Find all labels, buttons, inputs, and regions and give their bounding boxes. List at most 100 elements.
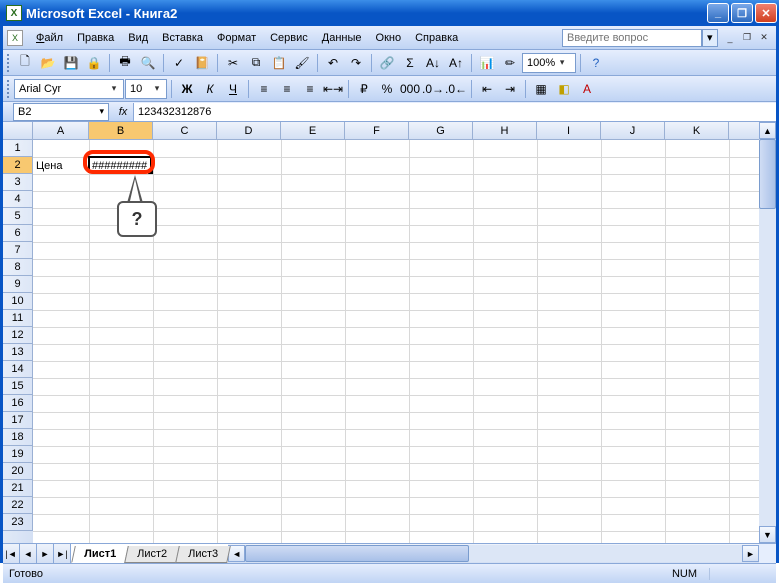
close-button[interactable]: ✕ (755, 3, 777, 23)
row-header-22[interactable]: 22 (3, 497, 33, 514)
row-header-9[interactable]: 9 (3, 276, 33, 293)
tab-nav-next[interactable]: ► (37, 544, 54, 563)
hyperlink-icon[interactable]: 🔗 (376, 52, 398, 74)
workbook-restore-button[interactable]: ❐ (739, 31, 755, 45)
row-header-19[interactable]: 19 (3, 446, 33, 463)
row-header-21[interactable]: 21 (3, 480, 33, 497)
spellcheck-icon[interactable]: ✓ (168, 52, 190, 74)
column-header-I[interactable]: I (537, 122, 601, 139)
cells-area[interactable]: Цена#########? (33, 140, 776, 543)
row-header-11[interactable]: 11 (3, 310, 33, 327)
row-header-20[interactable]: 20 (3, 463, 33, 480)
sort-desc-icon[interactable]: A↑ (445, 52, 467, 74)
menu-edit[interactable]: Правка (70, 29, 121, 47)
toolbar-handle[interactable] (7, 54, 11, 72)
cell-B2[interactable]: ######### (89, 157, 153, 174)
sheet-tab-1[interactable]: Лист1 (71, 546, 129, 563)
align-right-icon[interactable]: ≡ (299, 78, 321, 100)
workbook-icon[interactable]: X (7, 30, 23, 46)
drawing-icon[interactable]: ✏ (499, 52, 521, 74)
row-header-13[interactable]: 13 (3, 344, 33, 361)
cut-icon[interactable]: ✂ (222, 52, 244, 74)
font-name-combo[interactable]: Arial Cyr▾ (14, 79, 124, 99)
column-header-E[interactable]: E (281, 122, 345, 139)
tab-nav-prev[interactable]: ◄ (20, 544, 37, 563)
merge-center-icon[interactable]: ⇤⇥ (322, 78, 344, 100)
menu-format[interactable]: Формат (210, 29, 263, 47)
column-header-J[interactable]: J (601, 122, 665, 139)
copy-icon[interactable]: ⧉ (245, 52, 267, 74)
underline-button[interactable]: Ч (222, 78, 244, 100)
font-size-combo[interactable]: 10▾ (125, 79, 167, 99)
horizontal-scrollbar[interactable]: ◄ ► (228, 544, 759, 563)
horizontal-scroll-thumb[interactable] (245, 545, 469, 562)
row-header-4[interactable]: 4 (3, 191, 33, 208)
column-header-A[interactable]: A (33, 122, 89, 139)
bold-button[interactable]: Ж (176, 78, 198, 100)
menu-view[interactable]: Вид (121, 29, 155, 47)
menu-tools[interactable]: Сервис (263, 29, 315, 47)
sheet-tab-3[interactable]: Лист3 (175, 546, 231, 563)
toolbar-handle[interactable] (7, 80, 11, 98)
scroll-right-button[interactable]: ► (742, 545, 759, 562)
menu-help[interactable]: Справка (408, 29, 465, 47)
menu-file[interactable]: ФФайлайл (29, 29, 70, 47)
column-header-C[interactable]: C (153, 122, 217, 139)
redo-icon[interactable]: ↷ (345, 52, 367, 74)
select-all-corner[interactable] (3, 122, 33, 139)
percent-icon[interactable]: % (376, 78, 398, 100)
row-header-15[interactable]: 15 (3, 378, 33, 395)
autosum-icon[interactable]: Σ (399, 52, 421, 74)
row-header-23[interactable]: 23 (3, 514, 33, 531)
sort-asc-icon[interactable]: A↓ (422, 52, 444, 74)
font-color-icon[interactable]: A (576, 78, 598, 100)
cell-A2[interactable]: Цена (33, 157, 89, 174)
row-header-14[interactable]: 14 (3, 361, 33, 378)
row-header-5[interactable]: 5 (3, 208, 33, 225)
workbook-close-button[interactable]: ✕ (756, 31, 772, 45)
increase-decimal-icon[interactable]: .0→ (422, 78, 444, 100)
menu-window[interactable]: Окно (369, 29, 409, 47)
workbook-minimize-button[interactable]: _ (722, 31, 738, 45)
row-header-1[interactable]: 1 (3, 140, 33, 157)
tab-nav-first[interactable]: |◄ (3, 544, 20, 563)
vertical-scroll-thumb[interactable] (759, 140, 776, 209)
new-icon[interactable]: 🗋 (14, 52, 36, 74)
row-header-3[interactable]: 3 (3, 174, 33, 191)
fill-color-icon[interactable]: ◧ (553, 78, 575, 100)
help-search-input[interactable] (562, 29, 702, 47)
menu-data[interactable]: Данные (315, 29, 369, 47)
column-header-F[interactable]: F (345, 122, 409, 139)
sheet-tab-2[interactable]: Лист2 (124, 546, 180, 563)
research-icon[interactable]: 📔 (191, 52, 213, 74)
row-header-6[interactable]: 6 (3, 225, 33, 242)
column-header-D[interactable]: D (217, 122, 281, 139)
row-header-2[interactable]: 2 (3, 157, 33, 174)
row-header-16[interactable]: 16 (3, 395, 33, 412)
menu-insert[interactable]: Вставка (155, 29, 210, 47)
format-painter-icon[interactable]: 🖌 (291, 52, 313, 74)
column-header-B[interactable]: B (89, 122, 153, 139)
formula-input[interactable] (133, 103, 776, 121)
scroll-down-button[interactable]: ▼ (759, 526, 776, 543)
minimize-button[interactable]: _ (707, 3, 729, 23)
increase-indent-icon[interactable]: ⇥ (499, 78, 521, 100)
vertical-scrollbar[interactable]: ▲ ▼ (759, 140, 776, 543)
column-header-H[interactable]: H (473, 122, 537, 139)
currency-icon[interactable]: ₽ (353, 78, 375, 100)
tab-nav-last[interactable]: ►| (54, 544, 71, 563)
row-header-12[interactable]: 12 (3, 327, 33, 344)
print-preview-icon[interactable]: 🔍 (137, 52, 159, 74)
help-search-dropdown[interactable]: ▾ (702, 29, 718, 47)
chart-wizard-icon[interactable]: 📊 (476, 52, 498, 74)
row-header-17[interactable]: 17 (3, 412, 33, 429)
fx-button[interactable]: fx (113, 106, 133, 118)
row-header-8[interactable]: 8 (3, 259, 33, 276)
decrease-decimal-icon[interactable]: .0← (445, 78, 467, 100)
align-left-icon[interactable]: ≡ (253, 78, 275, 100)
row-header-7[interactable]: 7 (3, 242, 33, 259)
comma-icon[interactable]: 000 (399, 78, 421, 100)
borders-icon[interactable]: ▦ (530, 78, 552, 100)
name-box[interactable]: B2▾ (13, 103, 109, 121)
paste-icon[interactable]: 📋 (268, 52, 290, 74)
